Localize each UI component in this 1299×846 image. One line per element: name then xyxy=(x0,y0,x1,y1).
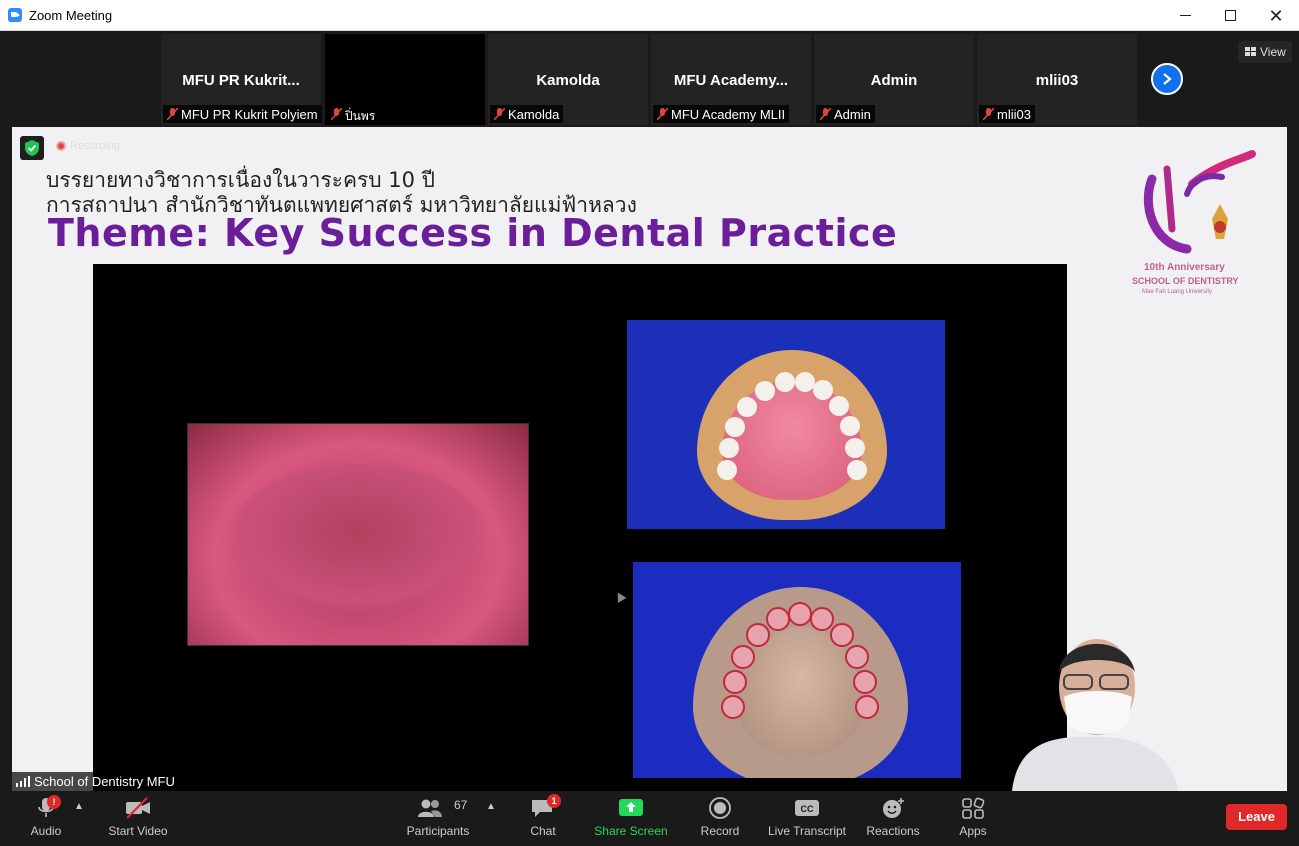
muted-mic-icon xyxy=(494,108,505,120)
upper-denture-photo-image xyxy=(627,320,945,529)
live-transcript-label: Live Transcript xyxy=(767,824,847,838)
start-video-button[interactable]: Start Video xyxy=(104,791,172,846)
participant-name: mlii03 xyxy=(1035,72,1079,89)
apps-icon xyxy=(962,797,985,819)
close-button[interactable]: ✕ xyxy=(1253,0,1299,31)
record-icon xyxy=(709,797,731,819)
slide-theme-title: Theme: Key Success in Dental Practice xyxy=(48,211,898,255)
participants-count: 67 xyxy=(454,798,468,812)
recording-label: Recording xyxy=(70,140,121,152)
grid-view-icon xyxy=(1245,47,1256,56)
maximize-button[interactable] xyxy=(1207,0,1253,31)
logo-university-text: Mae Fah Luang University xyxy=(1142,289,1213,295)
muted-mic-icon xyxy=(983,108,994,120)
view-label: View xyxy=(1260,45,1286,59)
recording-indicator: Recording xyxy=(56,140,120,152)
cc-icon-text: CC xyxy=(801,804,814,814)
participant-tile[interactable]: Kamolda Kamolda xyxy=(488,34,648,125)
audio-warning-badge: ! xyxy=(47,795,61,809)
participant-name: Admin xyxy=(870,72,918,89)
start-video-label: Start Video xyxy=(108,824,168,838)
live-transcript-button[interactable]: CC Live Transcript xyxy=(766,791,848,846)
participants-button[interactable]: 67 Participants xyxy=(404,791,472,846)
participant-label-text: ปิ่นพร xyxy=(345,109,376,123)
participants-label: Participants xyxy=(406,824,470,838)
record-button[interactable]: Record xyxy=(697,791,743,846)
speaker-name: School of Dentistry MFU xyxy=(34,774,175,789)
participant-tile[interactable]: ปิ่นพร xyxy=(325,34,485,125)
denture-teeth xyxy=(717,372,867,480)
oral-photo-image xyxy=(187,423,529,646)
muted-mic-icon xyxy=(331,108,342,120)
meeting-toolbar: ! Audio ▲ Start Video 67 Participants ▲ … xyxy=(0,791,1299,846)
speaker-label: School of Dentistry MFU xyxy=(12,772,181,791)
record-label: Record xyxy=(700,824,740,838)
close-icon: ✕ xyxy=(1268,5,1284,26)
participant-strip: MFU PR Kukrit... MFU PR Kukrit Polyiem ป… xyxy=(0,31,1299,126)
participant-label-text: MFU PR Kukrit Polyiem xyxy=(181,107,318,122)
participant-label-text: MFU Academy MLII xyxy=(671,107,786,122)
participant-label: ปิ่นพร xyxy=(327,105,380,123)
participant-label: Admin xyxy=(816,105,875,123)
participants-icon xyxy=(418,799,442,817)
denture-teeth xyxy=(721,602,879,719)
participant-label-text: mlii03 xyxy=(997,107,1031,122)
participant-tile[interactable]: MFU PR Kukrit... MFU PR Kukrit Polyiem xyxy=(161,34,322,125)
participant-tile[interactable]: MFU Academy... MFU Academy MLII xyxy=(651,34,811,125)
closed-caption-icon: CC xyxy=(795,800,819,816)
presenter-video xyxy=(1012,639,1178,791)
muted-mic-icon xyxy=(167,108,178,120)
participant-tile[interactable]: Admin Admin xyxy=(814,34,974,125)
title-bar: Zoom Meeting ✕ xyxy=(0,0,1299,31)
leave-button[interactable]: Leave xyxy=(1226,804,1287,830)
next-page-button[interactable] xyxy=(1151,63,1183,95)
logo-school-text: SCHOOL OF DENTISTRY xyxy=(1132,276,1239,286)
maximize-icon xyxy=(1224,10,1236,21)
signal-strength-icon xyxy=(16,776,30,787)
minimize-icon xyxy=(1179,15,1191,16)
window-title: Zoom Meeting xyxy=(29,8,113,23)
share-screen-button[interactable]: Share Screen xyxy=(593,791,669,846)
anniversary-logo: 10th Anniversary SCHOOL OF DENTISTRY Mae… xyxy=(1132,149,1262,309)
zoom-app-icon xyxy=(8,8,22,22)
lower-denture-photo-image xyxy=(633,562,961,778)
logo-anniversary-text: 10th Anniversary xyxy=(1144,262,1225,273)
anniversary-logo-mark xyxy=(1143,150,1256,254)
participant-label: MFU PR Kukrit Polyiem xyxy=(163,105,322,123)
muted-mic-icon xyxy=(657,108,668,120)
security-shield-icon[interactable] xyxy=(20,136,44,160)
participant-name: Kamolda xyxy=(536,72,600,89)
participant-label: Kamolda xyxy=(490,105,564,123)
apps-label: Apps xyxy=(959,824,987,838)
chat-label: Chat xyxy=(530,824,556,838)
shared-screen: Recording บรรยายทางวิชาการเนื่องในวาระคร… xyxy=(12,127,1287,791)
participant-label: MFU Academy MLII xyxy=(653,105,790,123)
reactions-button[interactable]: Reactions xyxy=(864,791,922,846)
chat-button[interactable]: 1 Chat xyxy=(520,791,566,846)
share-screen-label: Share Screen xyxy=(594,824,668,838)
reactions-icon xyxy=(883,798,904,818)
slide-image-panel xyxy=(93,264,1067,791)
chat-unread-badge: 1 xyxy=(547,794,561,808)
muted-mic-icon xyxy=(820,108,831,120)
participant-tile[interactable]: mlii03 mlii03 xyxy=(977,34,1137,125)
view-button[interactable]: View xyxy=(1238,41,1292,63)
audio-options-caret-icon[interactable]: ▲ xyxy=(74,801,84,812)
apps-button[interactable]: Apps xyxy=(950,791,996,846)
participant-label-text: Kamolda xyxy=(508,107,560,122)
audio-button[interactable]: ! Audio xyxy=(22,791,70,846)
reactions-label: Reactions xyxy=(866,824,920,838)
participant-name: MFU Academy... xyxy=(673,72,789,89)
participants-options-caret-icon[interactable]: ▲ xyxy=(486,801,496,812)
video-off-icon xyxy=(126,797,150,819)
audio-label: Audio xyxy=(30,824,62,838)
chevron-right-icon xyxy=(1163,73,1172,85)
minimize-button[interactable] xyxy=(1162,0,1208,31)
share-screen-icon xyxy=(619,799,643,816)
recording-dot-icon xyxy=(56,141,66,151)
participant-label-text: Admin xyxy=(834,107,871,122)
participant-name: MFU PR Kukrit... xyxy=(182,72,300,89)
participant-label: mlii03 xyxy=(979,105,1035,123)
